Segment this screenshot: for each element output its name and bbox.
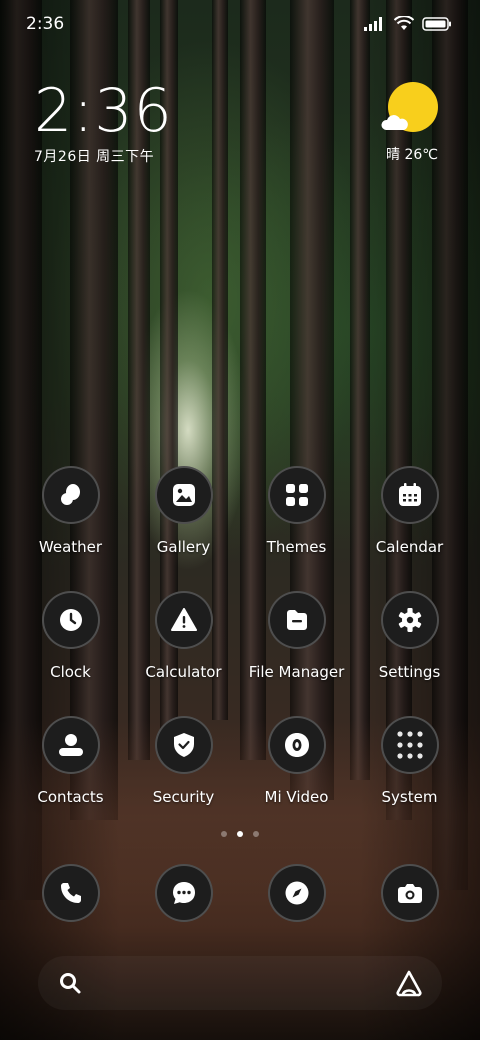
signal-icon [364, 16, 386, 35]
themes-grid-icon [267, 466, 326, 524]
page-dot[interactable] [221, 831, 227, 837]
app-label: Contacts [37, 788, 104, 806]
clock-icon [41, 591, 100, 649]
app-label: Calculator [145, 663, 222, 681]
folder-icon [267, 591, 326, 649]
page-dot-active[interactable] [237, 831, 243, 837]
sun-cloud-icon [381, 82, 438, 132]
app-label: Weather [38, 538, 103, 556]
app-label: Clock [50, 663, 91, 681]
app-label: Calendar [375, 538, 444, 556]
dock-phone[interactable] [14, 864, 127, 922]
wifi-icon [393, 15, 415, 35]
app-label: Themes [266, 538, 327, 556]
app-calculator[interactable]: Calculator [127, 591, 240, 681]
contact-person-icon [41, 716, 100, 774]
battery-icon [422, 16, 452, 35]
app-mi-video[interactable]: Mi Video [240, 716, 353, 806]
app-label: Settings [378, 663, 441, 681]
video-play-icon [267, 716, 326, 774]
dock-messages[interactable] [127, 864, 240, 922]
clock-date: 7月26日 周三下午 [34, 149, 155, 165]
status-bar: 2:36 [0, 0, 480, 50]
shield-check-icon [154, 716, 213, 774]
app-folder-system[interactable]: System [353, 716, 466, 806]
app-label: Security [152, 788, 215, 806]
app-clock[interactable]: Clock [14, 591, 127, 681]
app-themes[interactable]: Themes [240, 466, 353, 556]
camera-icon [380, 864, 439, 922]
dock-browser[interactable] [240, 864, 353, 922]
phone-icon [41, 864, 100, 922]
calendar-icon [380, 466, 439, 524]
messages-icon [154, 864, 213, 922]
search-icon[interactable] [58, 971, 82, 999]
app-security[interactable]: Security [127, 716, 240, 806]
page-indicator[interactable] [0, 831, 480, 837]
assistant-icon[interactable] [394, 969, 424, 1001]
app-label: System [381, 788, 438, 806]
app-label: Gallery [156, 538, 211, 556]
weather-widget[interactable]: 晴 26℃ [380, 82, 444, 164]
app-weather[interactable]: Weather [14, 466, 127, 556]
app-calendar[interactable]: Calendar [353, 466, 466, 556]
weather-drop-icon [41, 466, 100, 524]
app-gallery[interactable]: Gallery [127, 466, 240, 556]
app-contacts[interactable]: Contacts [14, 716, 127, 806]
gallery-icon [154, 466, 213, 524]
calculator-warning-icon [154, 591, 213, 649]
folder-grid-icon [380, 716, 439, 774]
clock-time: 2:36 [34, 76, 173, 146]
browser-compass-icon [267, 864, 326, 922]
app-file-manager[interactable]: File Manager [240, 591, 353, 681]
search-bar[interactable] [38, 956, 442, 1010]
weather-condition-temp: 晴 26℃ [386, 147, 438, 163]
status-time: 2:36 [26, 14, 65, 34]
page-dot[interactable] [253, 831, 259, 837]
gear-icon [380, 591, 439, 649]
dock-camera[interactable] [353, 864, 466, 922]
app-settings[interactable]: Settings [353, 591, 466, 681]
app-label: Mi Video [264, 788, 329, 806]
app-label: File Manager [248, 663, 345, 681]
clock-widget[interactable]: 2:36 7月26日 周三下午 [34, 80, 173, 166]
